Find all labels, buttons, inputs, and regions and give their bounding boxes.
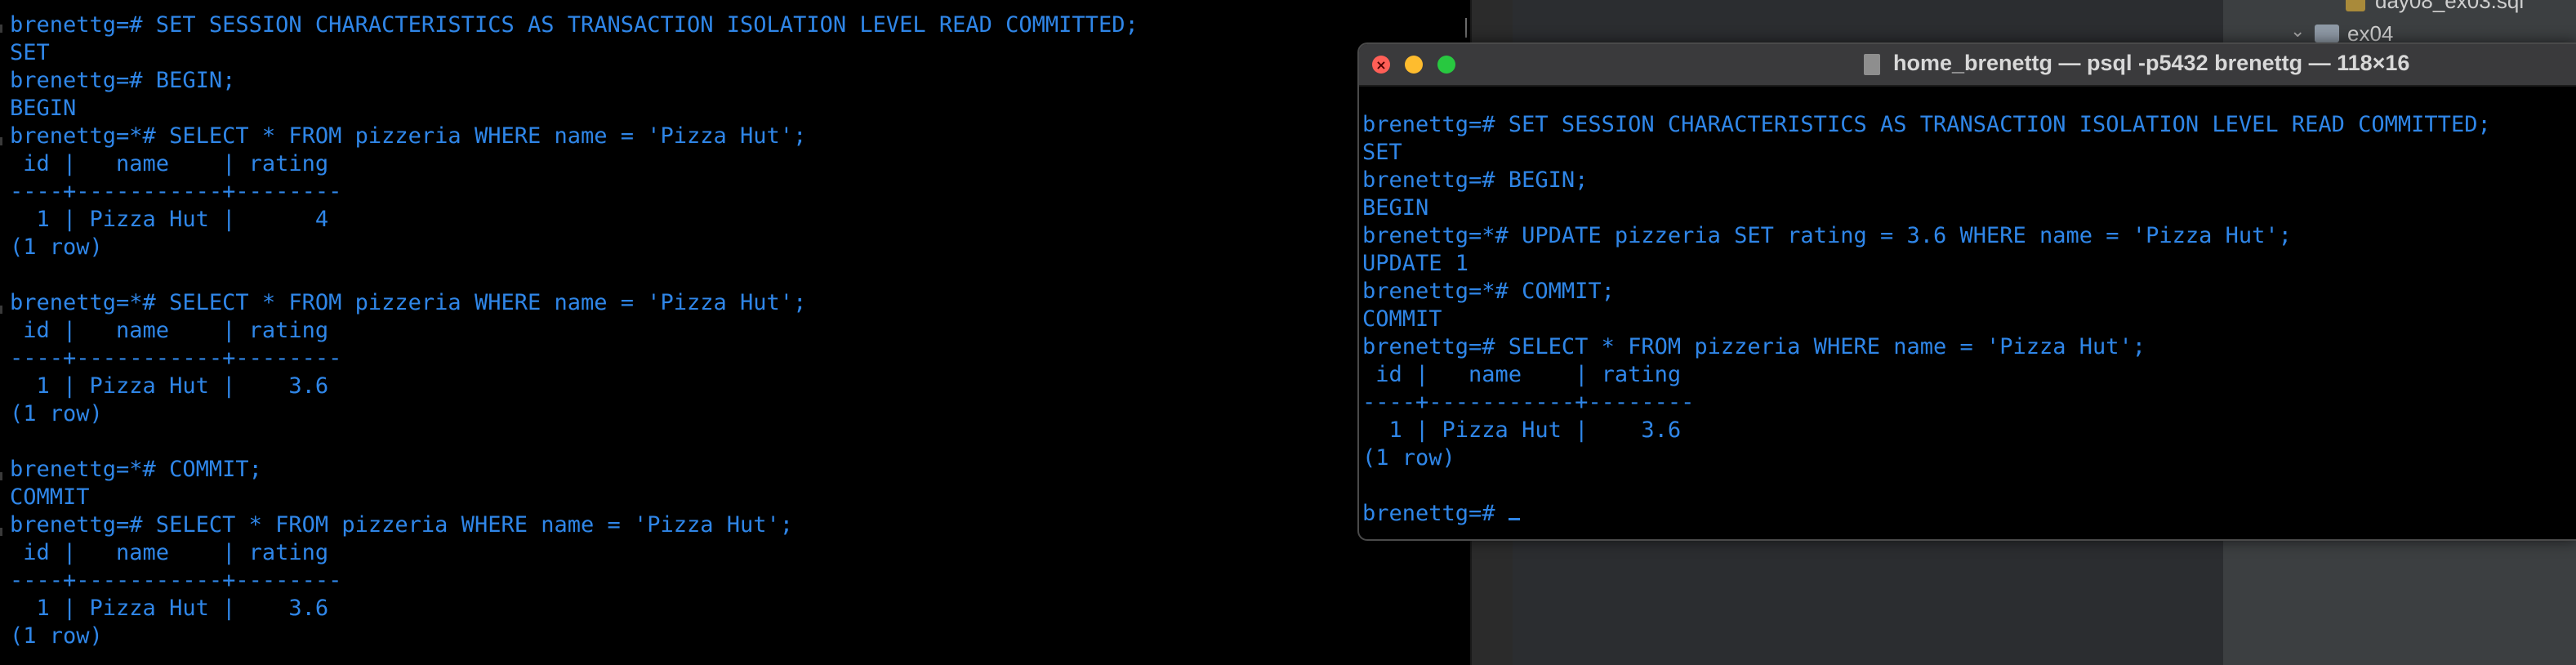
left-terminal-output: brenettg=# SET SESSION CHARACTERISTICS A… [10,11,1139,650]
terminal-line: 1 | Pizza Hut | 3.6 [1362,417,1682,443]
terminal-line: brenettg=*# COMMIT; [1362,279,1615,304]
chevron-down-icon[interactable]: ⌄ [2290,21,2305,42]
terminal-line: (1 row) [10,623,103,649]
terminal-line: brenettg=# SET SESSION CHARACTERISTICS A… [10,12,1139,38]
terminal-line: COMMIT [1362,306,1442,332]
terminal-line: COMMIT [10,484,90,510]
terminal-line: brenettg=# BEGIN; [1362,167,1589,193]
terminal-line: id | name | rating [10,151,329,176]
terminal-line: (1 row) [10,234,103,260]
terminal-line: id | name | rating [10,540,329,565]
scroll-marker [1465,18,1467,38]
window-title-bar[interactable]: × home_brenettg — psql -p5432 brenettg —… [1359,44,2576,87]
terminal-line: id | name | rating [1362,362,1682,387]
terminal-line: brenettg=# SET SESSION CHARACTERISTICS A… [1362,112,2491,137]
minimize-button[interactable] [1405,56,1423,74]
terminal-line: ----+-----------+-------- [10,179,342,204]
sql-file-icon [2346,0,2365,11]
terminal-line: ----+-----------+-------- [10,568,342,593]
terminal-line: ----+-----------+-------- [1362,390,1695,415]
terminal-line: 1 | Pizza Hut | 4 [10,207,329,232]
terminal-line: 1 | Pizza Hut | 3.6 [10,373,329,399]
right-terminal-output: brenettg=# SET SESSION CHARACTERISTICS A… [1362,111,2491,528]
terminal-line: SET [10,40,50,65]
terminal-prompt-line[interactable]: brenettg=# [1362,500,2491,528]
close-button[interactable]: × [1372,56,1390,74]
terminal-line: ----+-----------+-------- [10,346,342,371]
terminal-line: brenettg=*# SELECT * FROM pizzeria WHERE… [10,123,807,149]
terminal-line: UPDATE 1 [1362,251,1469,276]
terminal-line: brenettg=*# COMMIT; [10,457,262,482]
left-edge-marks [0,0,5,665]
terminal-line: (1 row) [10,401,103,426]
close-icon: × [1375,56,1387,73]
prompt-text: brenettg=# [1362,501,1509,526]
terminal-line: 1 | Pizza Hut | 3.6 [10,596,329,621]
terminal-line: brenettg=# SELECT * FROM pizzeria WHERE … [1362,334,2146,359]
terminal-line: (1 row) [1362,445,1455,471]
terminal-line: brenettg=*# SELECT * FROM pizzeria WHERE… [10,290,807,315]
terminal-line: brenettg=# SELECT * FROM pizzeria WHERE … [10,512,794,538]
left-terminal[interactable]: brenettg=# SET SESSION CHARACTERISTICS A… [0,0,1470,665]
terminal-line: id | name | rating [10,318,329,343]
terminal-line: BEGIN [10,96,77,121]
terminal-line: brenettg=*# UPDATE pizzeria SET rating =… [1362,223,2292,248]
terminal-line: brenettg=# BEGIN; [10,68,236,93]
project-file-item[interactable]: day08_ex03.sql [2375,0,2524,14]
window-title: home_brenettg — psql -p5432 brenettg — 1… [1893,51,2410,75]
text-cursor [1508,518,1520,520]
psql-terminal-window[interactable]: × home_brenettg — psql -p5432 brenettg —… [1357,42,2576,541]
zoom-button[interactable] [1437,56,1455,74]
terminal-line: BEGIN [1362,195,1429,221]
terminal-line: SET [1362,140,1402,165]
folder-icon [2315,25,2339,42]
